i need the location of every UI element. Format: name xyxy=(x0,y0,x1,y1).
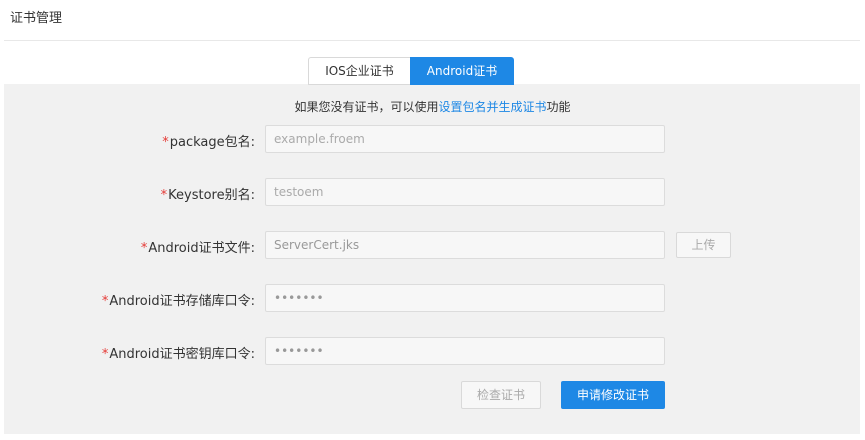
apply-modify-certificate-button[interactable]: 申请修改证书 xyxy=(561,381,665,409)
hint-suffix: 功能 xyxy=(546,100,571,114)
hint-prefix: 如果您没有证书，可以使用 xyxy=(294,100,439,114)
keystore-label-text: Keystore别名: xyxy=(168,188,255,203)
required-mark: * xyxy=(101,294,109,309)
package-label: *package包名: xyxy=(162,131,255,150)
required-mark: * xyxy=(140,241,148,256)
tab-android-certificate[interactable]: Android证书 xyxy=(410,57,514,85)
title-divider xyxy=(4,40,860,41)
check-certificate-button[interactable]: 检查证书 xyxy=(461,381,541,409)
hint-text: 如果您没有证书，可以使用设置包名并生成证书功能 xyxy=(0,98,865,115)
required-mark: * xyxy=(162,135,169,150)
keystore-alias-input[interactable] xyxy=(265,178,665,206)
key-password-input[interactable]: ••••••• xyxy=(265,337,665,365)
keystore-label: *Keystore别名: xyxy=(161,184,255,203)
key-password-label: *Android证书密钥库口令: xyxy=(102,343,255,362)
required-mark: * xyxy=(101,347,109,362)
cert-file-label: *Android证书文件: xyxy=(141,237,255,256)
store-password-label: *Android证书存储库口令: xyxy=(102,290,255,309)
certificate-tabs: IOS企业证书 Android证书 xyxy=(308,57,514,85)
store-password-label-text: Android证书存储库口令: xyxy=(109,294,255,309)
cert-file-field[interactable]: ServerCert.jks xyxy=(265,231,665,259)
page-title: 证书管理 xyxy=(10,11,63,26)
store-password-input[interactable]: ••••••• xyxy=(265,284,665,312)
required-mark: * xyxy=(160,188,168,203)
generate-certificate-link[interactable]: 设置包名并生成证书 xyxy=(438,100,546,114)
key-password-label-text: Android证书密钥库口令: xyxy=(109,347,255,362)
package-label-text: package包名: xyxy=(169,135,255,150)
package-input[interactable] xyxy=(265,125,665,153)
tab-ios-certificate[interactable]: IOS企业证书 xyxy=(308,57,410,85)
cert-file-label-text: Android证书文件: xyxy=(148,241,255,256)
upload-button[interactable]: 上传 xyxy=(676,232,731,258)
